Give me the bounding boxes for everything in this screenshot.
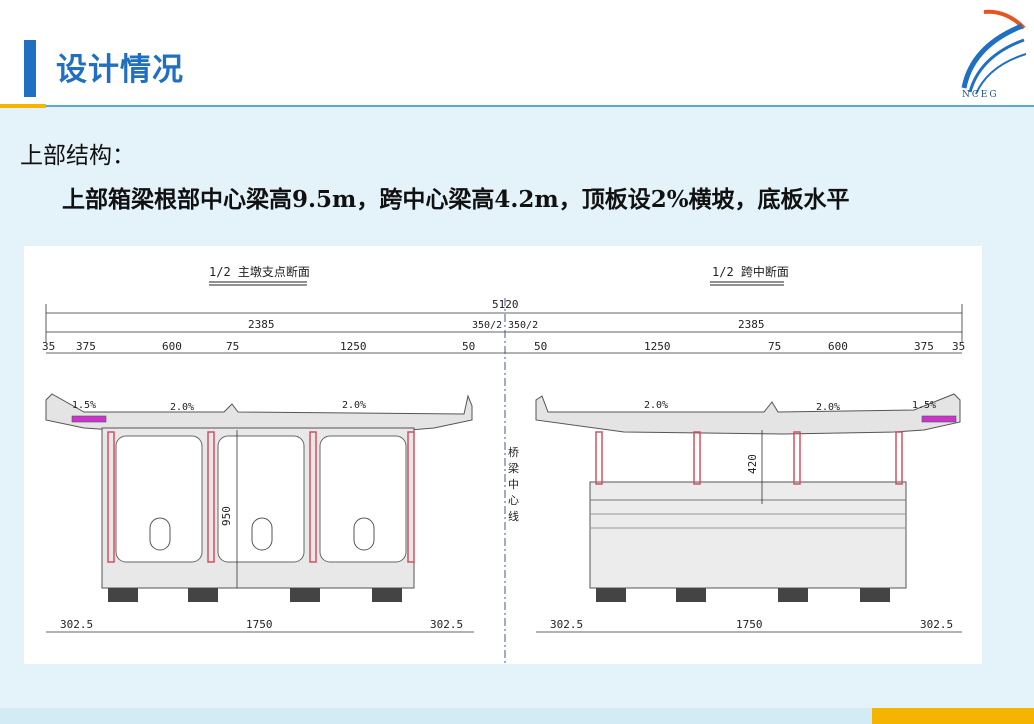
title-accent-bar bbox=[24, 40, 36, 97]
slope-left-1: 2.0% bbox=[170, 402, 194, 413]
dim-right-1: 1250 bbox=[644, 340, 671, 353]
bottom-right-1: 1750 bbox=[736, 618, 763, 631]
title-underline-blue bbox=[46, 105, 1034, 107]
footer-accent bbox=[872, 708, 1034, 724]
bottom-left-0: 302.5 bbox=[60, 618, 93, 631]
bottom-left-1: 1750 bbox=[246, 618, 273, 631]
dim-right-2: 75 bbox=[768, 340, 781, 353]
section-description: 上部箱梁根部中心梁高9.5m，跨中心梁高4.2m，顶板设2%横坡，底板水平 bbox=[62, 186, 850, 213]
dim-right-half: 2385 bbox=[738, 318, 765, 331]
left-root-section: 950 1.5% 2.0% 2.0% bbox=[45, 393, 473, 602]
dim-center-right: 350/2 bbox=[508, 320, 538, 331]
dim-left-5: 50 bbox=[462, 340, 475, 353]
center-label-3: 心 bbox=[508, 494, 519, 507]
dim-left-0: 35 bbox=[42, 340, 55, 353]
dim-right-5: 35 bbox=[952, 340, 965, 353]
bottom-right-2: 302.5 bbox=[920, 618, 953, 631]
dim-right-3: 600 bbox=[828, 340, 848, 353]
slope-left-2: 2.0% bbox=[342, 400, 366, 411]
cross-section-drawing: 1/2 主墩支点断面 1/2 跨中断面 5120 2385 350/2 350/… bbox=[24, 246, 982, 664]
bottom-left-2: 302.5 bbox=[430, 618, 463, 631]
dim-left-4: 1250 bbox=[340, 340, 367, 353]
dim-left-3: 75 bbox=[226, 340, 239, 353]
right-section-title: 1/2 跨中断面 bbox=[712, 264, 789, 279]
title-underline-yellow bbox=[0, 104, 46, 108]
logo-text: NCEG bbox=[962, 90, 999, 100]
center-label-2: 中 bbox=[508, 478, 519, 491]
center-label-4: 线 bbox=[508, 509, 519, 523]
dim-right-4: 375 bbox=[914, 340, 934, 353]
slope-side-right: 1.5% bbox=[912, 400, 936, 411]
height-mid: 420 bbox=[746, 454, 759, 474]
dim-left-1: 375 bbox=[76, 340, 96, 353]
dim-right-0: 50 bbox=[534, 340, 547, 353]
center-label-1: 梁 bbox=[508, 461, 519, 475]
center-label-0: 桥 bbox=[508, 446, 519, 459]
right-midspan-section: 420 2.0% 2.0% 1.5% bbox=[535, 393, 961, 602]
height-root: 950 bbox=[220, 506, 233, 526]
slope-right-2: 2.0% bbox=[816, 402, 840, 413]
slope-right-1: 2.0% bbox=[644, 400, 668, 411]
slope-side-left: 1.5% bbox=[72, 400, 96, 411]
slide-title: 设计情况 bbox=[56, 52, 184, 88]
bottom-right-0: 302.5 bbox=[550, 618, 583, 631]
dim-center-left: 350/2 bbox=[472, 320, 502, 331]
footer-band bbox=[0, 708, 872, 724]
left-section-title: 1/2 主墩支点断面 bbox=[209, 264, 310, 279]
dim-left-half: 2385 bbox=[248, 318, 275, 331]
dim-left-2: 600 bbox=[162, 340, 182, 353]
section-heading: 上部结构： bbox=[20, 143, 135, 169]
